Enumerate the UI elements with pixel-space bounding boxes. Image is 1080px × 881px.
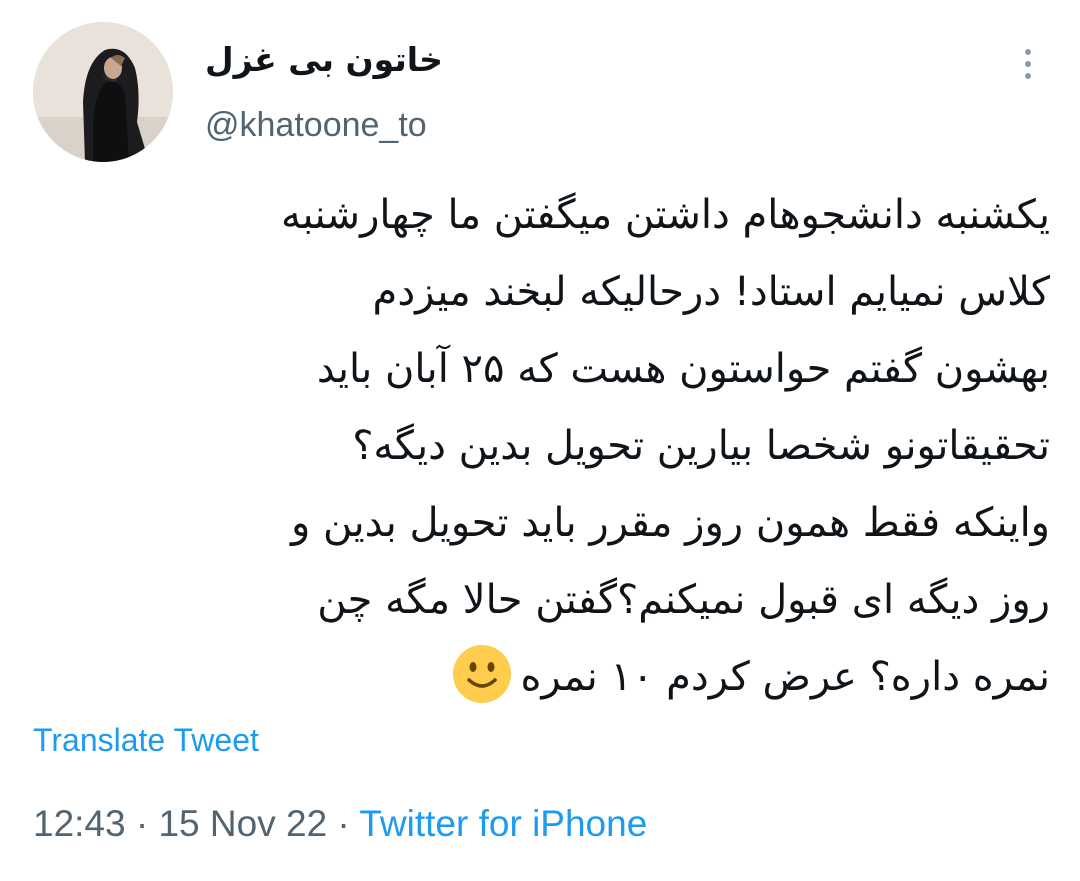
tweet-card: خاتون بی غزل @khatoone_to یکشنبه دانشجوه… bbox=[0, 0, 1080, 881]
tweet-line: واینکه فقط همون روز مقرر باید تحویل بدین… bbox=[291, 500, 1050, 546]
avatar-photo bbox=[33, 22, 173, 162]
tweet-line: کلاس نمیایم استاد! درحالیکه لبخند میزدم bbox=[372, 269, 1050, 315]
tweet-line: تحقیقاتونو شخصا بیارین تحویل بدین دیگه؟ bbox=[352, 423, 1050, 469]
meta-separator: · bbox=[327, 803, 360, 844]
author-display-name[interactable]: خاتون بی غزل bbox=[205, 38, 443, 82]
tweet-line: یکشنبه دانشجوهام داشتن میگفتن ما چهارشنب… bbox=[280, 192, 1050, 238]
tweet-time[interactable]: 12:43 bbox=[33, 803, 126, 844]
tweet-metadata: 12:43 · 15 Nov 22 · Twitter for iPhone bbox=[33, 800, 647, 848]
more-vertical-dots-icon bbox=[1025, 49, 1031, 55]
tweet-source-link[interactable]: Twitter for iPhone bbox=[359, 803, 647, 844]
translate-tweet-link[interactable]: Translate Tweet bbox=[33, 718, 259, 762]
tweet-line: نمره داره؟ عرض کردم ۱۰ نمره bbox=[520, 654, 1050, 700]
tweet-text: یکشنبه دانشجوهام داشتن میگفتن ما چهارشنب… bbox=[30, 177, 1050, 716]
slightly-smiling-face-icon bbox=[453, 645, 512, 703]
more-dot bbox=[1025, 73, 1031, 79]
author-handle[interactable]: @khatoone_to bbox=[205, 103, 427, 147]
more-options-button[interactable] bbox=[1010, 44, 1046, 84]
tweet-line: روز دیگه ای قبول نمیکنم؟گفتن حالا مگه چن bbox=[317, 577, 1050, 623]
meta-separator: · bbox=[125, 803, 159, 844]
author-avatar[interactable] bbox=[33, 22, 173, 162]
tweet-line: بهشون گفتم حواستون هست که ۲۵ آبان باید bbox=[316, 346, 1050, 392]
tweet-date[interactable]: 15 Nov 22 bbox=[158, 803, 327, 844]
more-dot bbox=[1025, 61, 1031, 67]
tweet-last-line: نمره داره؟ عرض کردم ۱۰ نمره bbox=[30, 639, 1050, 716]
